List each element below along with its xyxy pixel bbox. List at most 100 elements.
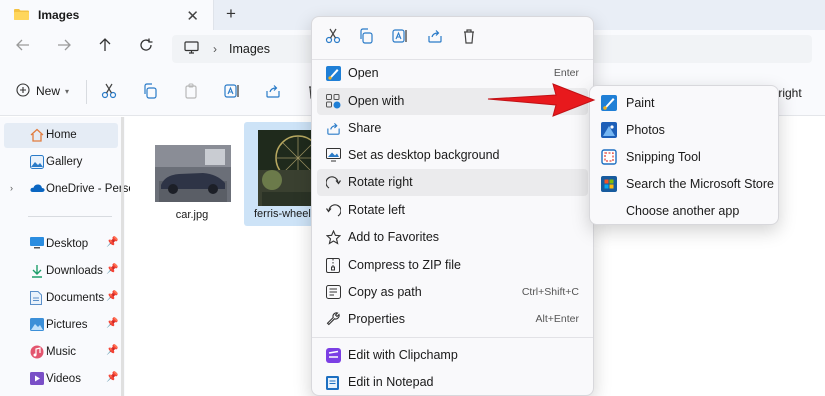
sidebar-item-home[interactable]: Home [4, 123, 118, 148]
share-icon[interactable] [427, 28, 443, 47]
sidebar-item-label: Pictures [46, 319, 88, 331]
desktop-background-icon [326, 148, 341, 165]
submenu-item-label: Paint [626, 96, 655, 110]
sidebar-item-label: Desktop [46, 238, 89, 250]
pin-icon[interactable]: 📌 [106, 345, 118, 356]
menu-item-add-to-favorites[interactable]: Add to Favorites [317, 224, 588, 251]
submenu-item-label: Snipping Tool [626, 150, 701, 164]
menu-item-edit-notepad[interactable]: Edit in Notepad [317, 369, 588, 396]
menu-item-compress-zip[interactable]: Compress to ZIP file [317, 252, 588, 279]
open-with-submenu: Paint Photos Snipping Tool Search the Mi… [589, 85, 779, 225]
home-icon [30, 128, 44, 145]
paint-icon [601, 95, 617, 114]
sidebar-item-label: Documents [46, 292, 105, 304]
menu-item-label: Rotate left [348, 203, 405, 217]
menu-item-label: Compress to ZIP file [348, 258, 462, 272]
cut-icon[interactable] [325, 28, 341, 47]
menu-item-set-desktop-background[interactable]: Set as desktop background [317, 142, 588, 169]
zip-icon [326, 258, 340, 276]
pin-icon[interactable]: 📌 [106, 318, 118, 329]
sidebar-item-desktop[interactable]: Desktop 📌 [0, 232, 120, 257]
pin-icon[interactable]: 📌 [106, 264, 118, 275]
sidebar-item-documents[interactable]: Documents 📌 [0, 286, 120, 311]
menu-item-label: Copy as path [348, 285, 422, 299]
submenu-item-paint[interactable]: Paint [595, 90, 773, 116]
sidebar-item-downloads[interactable]: Downloads 📌 [0, 259, 120, 284]
sidebar-item-videos[interactable]: Videos 📌 [0, 367, 120, 392]
menu-item-label: Add to Favorites [348, 230, 440, 244]
tab-images[interactable]: Images ✕ [0, 0, 214, 30]
plus-icon [16, 83, 30, 99]
breadcrumb-images[interactable]: Images [229, 42, 270, 56]
refresh-icon[interactable] [139, 38, 153, 56]
menu-item-label: Rotate right [348, 175, 413, 189]
new-button-label: New [36, 84, 61, 98]
rename-icon[interactable] [392, 28, 408, 47]
menu-item-rotate-right[interactable]: Rotate right [317, 169, 588, 196]
file-item-car[interactable]: car.jpg [150, 137, 234, 227]
image-thumbnail [155, 145, 231, 202]
sidebar-item-label: Music [46, 346, 77, 358]
clipchamp-icon [326, 348, 341, 366]
sidebar-item-pictures[interactable]: Pictures 📌 [0, 313, 120, 338]
submenu-item-photos[interactable]: Photos [595, 117, 773, 143]
menu-item-rotate-left[interactable]: Rotate left [317, 197, 588, 224]
submenu-item-choose-another-app[interactable]: Choose another app [595, 198, 773, 224]
desktop-icon [30, 237, 44, 252]
menu-item-label: Set as desktop background [348, 148, 500, 162]
submenu-item-microsoft-store[interactable]: Search the Microsoft Store [595, 171, 774, 197]
sidebar-item-onedrive[interactable]: › OneDrive - Perso [0, 177, 135, 202]
divider [86, 80, 87, 104]
copy-icon[interactable] [358, 28, 374, 47]
cut-icon[interactable] [101, 83, 117, 102]
sidebar-item-label: Videos [46, 373, 81, 385]
image-thumbnail [258, 130, 316, 206]
menu-item-shortcut: Enter [553, 67, 579, 79]
new-tab-button[interactable]: + [226, 4, 236, 24]
wrench-icon [326, 312, 341, 330]
close-tab-icon[interactable]: ✕ [186, 7, 199, 25]
back-arrow-icon[interactable] [16, 38, 30, 56]
pin-icon[interactable]: 📌 [106, 372, 118, 383]
chevron-right-icon[interactable]: › [10, 183, 13, 193]
menu-item-copy-as-path[interactable]: Copy as path Ctrl+Shift+C [317, 279, 588, 306]
rotate-left-icon [326, 203, 342, 221]
delete-icon[interactable] [461, 28, 477, 47]
rotate-right-icon [325, 175, 341, 193]
menu-item-label: Open [348, 66, 379, 80]
videos-icon [30, 372, 44, 388]
microsoft-store-icon [601, 176, 617, 195]
new-button[interactable]: New ▾ [16, 83, 69, 99]
forward-arrow-icon[interactable] [57, 38, 71, 56]
context-menu: Open Enter Open with Share Set as deskto… [311, 16, 594, 396]
submenu-item-snipping-tool[interactable]: Snipping Tool [595, 144, 773, 170]
pin-icon[interactable]: 📌 [106, 237, 118, 248]
share-icon [326, 121, 341, 139]
snipping-tool-icon [601, 149, 617, 168]
annotation-arrow-icon [486, 82, 598, 123]
file-item-ferris-wheel[interactable]: ferris-wheel.j [244, 122, 316, 226]
share-icon[interactable] [265, 83, 281, 102]
music-icon [30, 345, 44, 362]
menu-item-label: Share [348, 121, 382, 135]
menu-item-edit-clipchamp[interactable]: Edit with Clipchamp [317, 342, 588, 369]
menu-item-label: Edit with Clipchamp [348, 348, 458, 362]
chevron-down-icon: ▾ [65, 86, 70, 96]
up-arrow-icon[interactable] [98, 38, 112, 56]
computer-icon [184, 41, 199, 57]
sidebar-item-gallery[interactable]: Gallery [0, 150, 120, 175]
menu-item-properties[interactable]: Properties Alt+Enter [317, 306, 588, 333]
file-name: ferris-wheel.j [254, 208, 316, 220]
menu-divider [312, 337, 593, 338]
photos-icon [601, 122, 617, 141]
rename-icon[interactable] [224, 83, 240, 102]
open-with-icon [326, 94, 341, 112]
pin-icon[interactable]: 📌 [106, 291, 118, 302]
paste-icon[interactable] [183, 83, 199, 102]
breadcrumb-separator: › [213, 42, 217, 56]
sidebar-item-music[interactable]: Music 📌 [0, 340, 120, 365]
downloads-icon [30, 264, 44, 281]
menu-item-shortcut: Ctrl+Shift+C [521, 286, 579, 298]
copy-icon[interactable] [142, 83, 158, 102]
sidebar-scrollbar[interactable] [121, 117, 124, 396]
